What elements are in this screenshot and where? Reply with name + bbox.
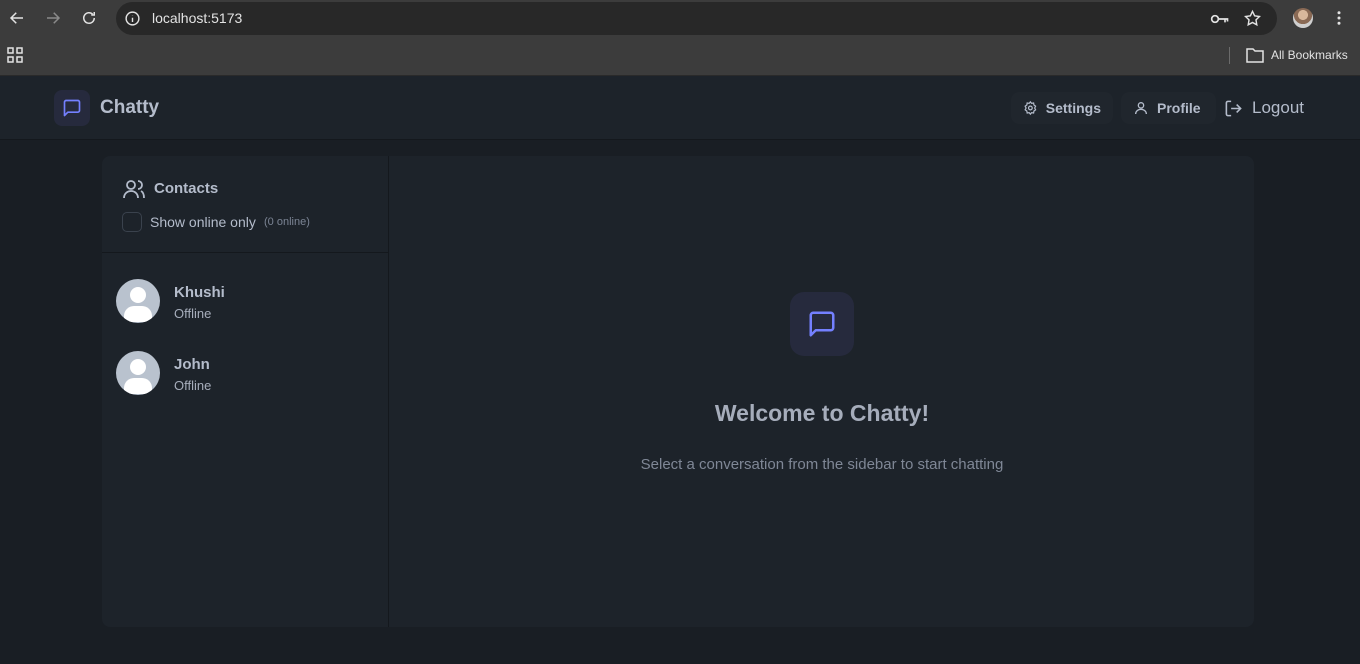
settings-label: Settings xyxy=(1045,100,1101,116)
folder-icon[interactable] xyxy=(1246,47,1264,63)
online-count: (0 online) xyxy=(264,216,310,228)
contact-item-khushi[interactable]: Khushi Offline xyxy=(102,279,389,343)
logout-button[interactable]: Logout xyxy=(1224,96,1304,120)
apps-grid-icon[interactable] xyxy=(7,47,23,63)
message-square-icon xyxy=(809,311,835,337)
site-info-icon[interactable] xyxy=(124,10,141,27)
all-bookmarks-link[interactable]: All Bookmarks xyxy=(1271,48,1348,62)
gear-icon xyxy=(1024,100,1037,116)
profile-label: Profile xyxy=(1157,100,1201,116)
url-text: localhost:5173 xyxy=(152,10,243,26)
contacts-title: Contacts xyxy=(154,180,219,197)
bookmarks-bar xyxy=(0,36,1360,76)
reload-icon xyxy=(83,12,95,24)
users-icon xyxy=(123,180,145,199)
show-online-checkbox[interactable] xyxy=(122,212,142,232)
brand-name[interactable]: Chatty xyxy=(100,97,159,119)
sidebar-header: Contacts Show online only (0 online) xyxy=(102,156,389,253)
bookmarks-divider xyxy=(1229,47,1230,64)
back-button[interactable] xyxy=(7,8,27,28)
avatar xyxy=(116,351,160,395)
logout-icon xyxy=(1225,100,1242,116)
contacts-sidebar: Contacts Show online only (0 online) Khu… xyxy=(102,156,389,627)
contact-status: Offline xyxy=(174,306,212,321)
contact-item-john[interactable]: John Offline xyxy=(102,351,389,415)
avatar xyxy=(116,279,160,323)
bookmark-star-icon[interactable] xyxy=(1243,9,1262,28)
browser-profile-avatar[interactable] xyxy=(1293,8,1313,28)
contact-name: Khushi xyxy=(174,284,225,301)
welcome-subtitle: Select a conversation from the sidebar t… xyxy=(640,456,1004,473)
chat-container: Contacts Show online only (0 online) Khu… xyxy=(102,156,1254,627)
back-arrow-icon xyxy=(9,12,23,24)
welcome-title: Welcome to Chatty! xyxy=(714,400,930,426)
password-key-icon[interactable] xyxy=(1210,10,1230,28)
user-icon xyxy=(1135,102,1147,115)
forward-arrow-icon xyxy=(47,12,61,24)
welcome-logo xyxy=(790,292,854,356)
logout-label: Logout xyxy=(1252,98,1304,117)
message-square-icon xyxy=(63,99,81,117)
reload-button[interactable] xyxy=(79,8,99,28)
settings-button[interactable]: Settings xyxy=(1011,92,1113,124)
profile-button[interactable]: Profile xyxy=(1121,92,1216,124)
show-online-label[interactable]: Show online only xyxy=(150,214,256,230)
contact-name: John xyxy=(174,356,210,373)
contact-status: Offline xyxy=(174,378,212,393)
browser-menu-icon[interactable] xyxy=(1330,9,1348,27)
address-bar[interactable]: localhost:5173 xyxy=(116,2,1277,35)
brand-logo[interactable] xyxy=(54,90,90,126)
forward-button[interactable] xyxy=(43,8,63,28)
